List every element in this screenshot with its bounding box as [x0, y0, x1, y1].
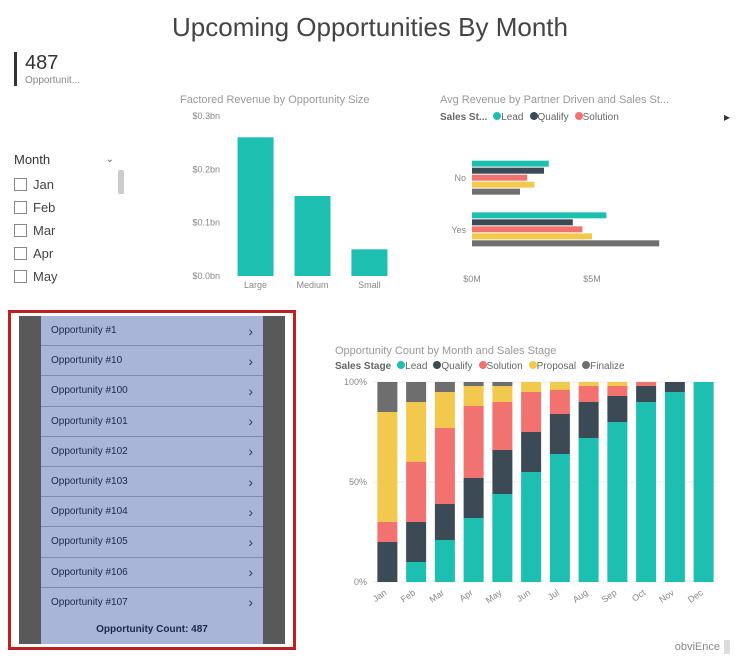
chevron-right-icon[interactable]: ▸ — [724, 110, 730, 124]
list-item[interactable]: Opportunity #103› — [41, 467, 263, 497]
svg-text:Feb: Feb — [399, 587, 417, 604]
hbar-chart-svg: No Yes $0M $5M — [440, 124, 730, 284]
svg-text:$5M: $5M — [583, 274, 601, 284]
chevron-right-icon[interactable]: › — [248, 353, 253, 369]
brand-label: obviEnce — [675, 640, 730, 654]
svg-text:Large: Large — [244, 280, 267, 290]
chevron-right-icon[interactable]: › — [248, 383, 253, 399]
checkbox-icon[interactable] — [14, 224, 27, 237]
svg-text:$0.2bn: $0.2bn — [192, 164, 220, 174]
svg-text:100%: 100% — [344, 377, 367, 387]
svg-text:Jul: Jul — [546, 587, 561, 602]
checkbox-icon[interactable] — [14, 270, 27, 283]
svg-text:Sep: Sep — [600, 587, 619, 604]
svg-text:$0.0bn: $0.0bn — [192, 271, 220, 281]
list-item[interactable]: Opportunity #105› — [41, 527, 263, 557]
slicer-item[interactable]: Apr — [14, 242, 114, 265]
chevron-right-icon[interactable]: › — [248, 474, 253, 490]
svg-text:$0M: $0M — [463, 274, 481, 284]
chevron-right-icon[interactable]: › — [248, 594, 253, 610]
svg-text:Mar: Mar — [428, 587, 446, 604]
svg-text:Aug: Aug — [571, 587, 590, 604]
svg-text:0%: 0% — [354, 577, 367, 587]
list-item[interactable]: Opportunity #107› — [41, 588, 263, 614]
chevron-right-icon[interactable]: › — [248, 443, 253, 459]
chart-avg-revenue[interactable]: Avg Revenue by Partner Driven and Sales … — [440, 94, 730, 294]
svg-text:No: No — [454, 173, 466, 183]
chart-count-by-month-stage[interactable]: Opportunity Count by Month and Sales Sta… — [335, 345, 729, 635]
list-item[interactable]: Opportunity #101› — [41, 407, 263, 437]
opportunity-list-footer: Opportunity Count: 487 — [41, 614, 263, 644]
month-slicer[interactable]: Month ⌄ JanFebMarAprMay — [14, 152, 114, 288]
slicer-item[interactable]: May — [14, 265, 114, 288]
chart-title: Avg Revenue by Partner Driven and Sales … — [440, 94, 730, 106]
slicer-item[interactable]: Feb — [14, 196, 114, 219]
bar-chart-svg: $0.0bn $0.1bn $0.2bn $0.3bn Large Medium Small — [180, 110, 410, 295]
svg-text:Nov: Nov — [657, 587, 676, 605]
kpi-card: 487 Opportunit... — [14, 52, 80, 86]
chart-legend: Sales St... LeadQualifySolution ▸ — [440, 110, 730, 124]
svg-text:Medium: Medium — [296, 280, 328, 290]
chart-legend: Sales Stage LeadQualifySolutionProposalF… — [335, 361, 729, 372]
svg-text:Apr: Apr — [458, 587, 475, 603]
slicer-item[interactable]: Jan — [14, 173, 114, 196]
list-item[interactable]: Opportunity #10› — [41, 346, 263, 376]
chart-title: Opportunity Count by Month and Sales Sta… — [335, 345, 729, 357]
svg-text:Dec: Dec — [686, 587, 705, 605]
chevron-right-icon[interactable]: › — [248, 564, 253, 580]
stacked-bar-svg: 0% 50% 100% Jan Feb Mar Apr May Jun Jul Aug Sep Oct N… — [335, 372, 729, 622]
checkbox-icon[interactable] — [14, 201, 27, 214]
checkbox-icon[interactable] — [14, 178, 27, 191]
chart-title: Factored Revenue by Opportunity Size — [180, 94, 410, 106]
list-item[interactable]: Opportunity #104› — [41, 497, 263, 527]
slicer-title: Month — [14, 152, 50, 167]
svg-text:$0.1bn: $0.1bn — [192, 218, 220, 228]
chart-factored-revenue[interactable]: Factored Revenue by Opportunity Size $0.… — [180, 94, 410, 294]
svg-text:50%: 50% — [349, 477, 367, 487]
svg-text:Small: Small — [358, 280, 381, 290]
svg-text:$0.3bn: $0.3bn — [192, 111, 220, 121]
page-title: Upcoming Opportunities By Month — [0, 0, 740, 47]
svg-text:Oct: Oct — [630, 587, 648, 604]
list-item[interactable]: Opportunity #1› — [41, 316, 263, 346]
chevron-right-icon[interactable]: › — [248, 534, 253, 550]
svg-text:Yes: Yes — [451, 225, 466, 235]
list-item[interactable]: Opportunity #106› — [41, 558, 263, 588]
opportunity-list-visual[interactable]: Opportunity #1›Opportunity #10›Opportuni… — [8, 310, 296, 650]
chevron-right-icon[interactable]: › — [248, 323, 253, 339]
svg-text:Jan: Jan — [371, 587, 389, 604]
checkbox-icon[interactable] — [14, 247, 27, 260]
list-item[interactable]: Opportunity #102› — [41, 437, 263, 467]
kpi-value: 487 — [25, 52, 80, 75]
chevron-right-icon[interactable]: › — [248, 504, 253, 520]
chevron-down-icon[interactable]: ⌄ — [106, 154, 114, 165]
slicer-item[interactable]: Mar — [14, 219, 114, 242]
svg-text:Jun: Jun — [515, 587, 533, 604]
chevron-right-icon[interactable]: › — [248, 413, 253, 429]
kpi-label: Opportunit... — [25, 75, 80, 86]
svg-text:May: May — [484, 587, 504, 605]
list-item[interactable]: Opportunity #100› — [41, 376, 263, 406]
slicer-scrollbar[interactable] — [118, 170, 124, 194]
